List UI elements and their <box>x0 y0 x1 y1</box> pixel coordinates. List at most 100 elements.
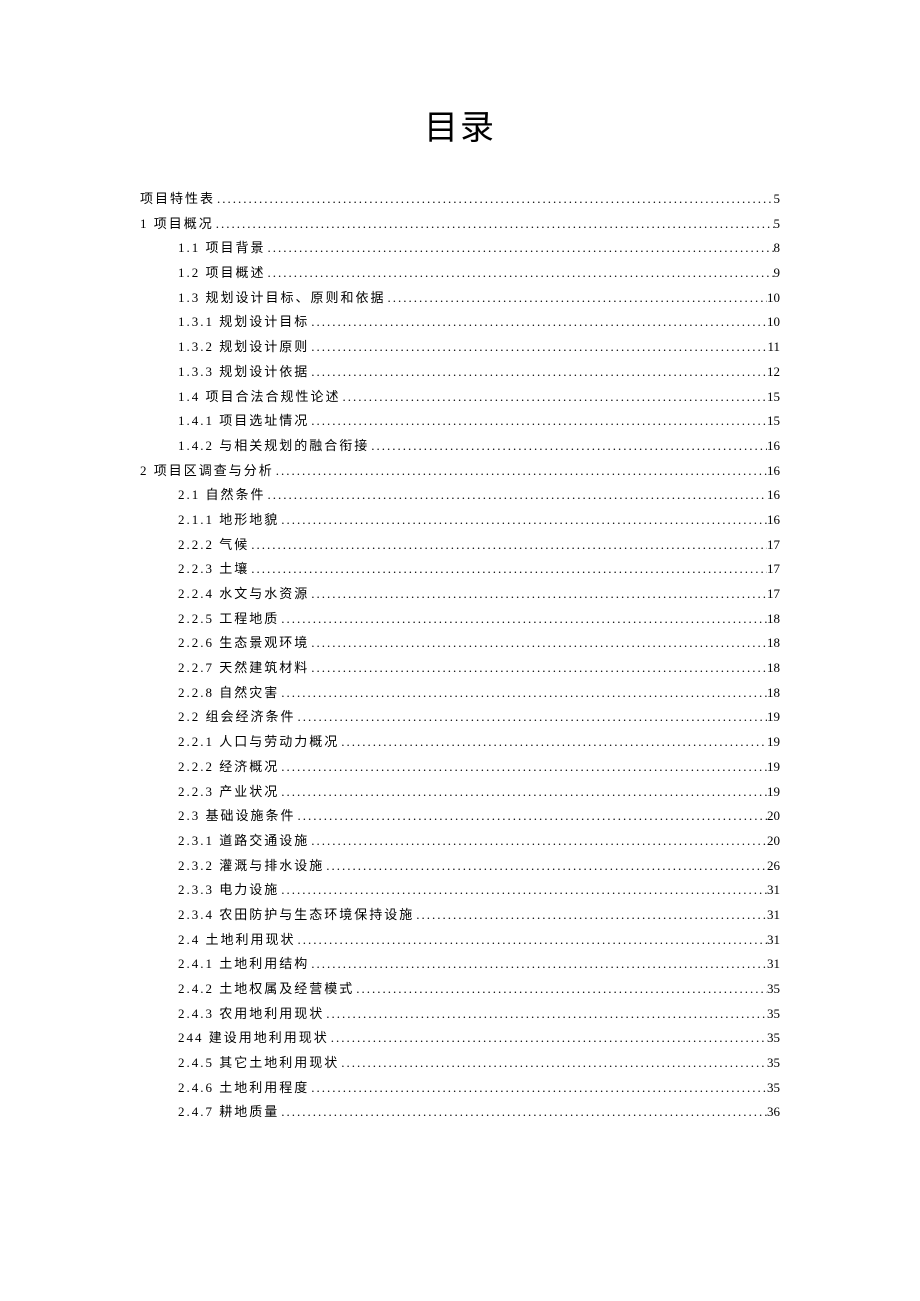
toc-entry: 2.4.3 农用地利用现状35 <box>140 1002 780 1027</box>
toc-entry-page: 16 <box>767 508 780 533</box>
toc-entry-page: 18 <box>767 656 780 681</box>
toc-entry-label: 244 建设用地利用现状 <box>178 1026 329 1051</box>
toc-leader-dots <box>215 187 773 212</box>
toc-entry-page: 35 <box>767 1026 780 1051</box>
toc-entry-label: 2.4.2 土地权属及经营模式 <box>178 977 354 1002</box>
toc-entry: 1.3.1 规划设计目标10 <box>140 310 780 335</box>
toc-entry-label: 1.3 规划设计目标、原则和依据 <box>178 286 386 311</box>
toc-entry: 1.3.3 规划设计依据 12 <box>140 360 780 385</box>
toc-entry: 2.2 组会经济条件19 <box>140 705 780 730</box>
toc-entry-label: 项目特性表 <box>140 187 215 212</box>
toc-entry-page: 31 <box>767 928 780 953</box>
toc-leader-dots <box>309 360 767 385</box>
toc-entry-label: 1.3.3 规划设计依据 <box>178 360 309 385</box>
toc-entry: 1 项目概况 5 <box>140 212 780 237</box>
toc-entry-page: 15 <box>767 409 780 434</box>
toc-leader-dots <box>339 1051 767 1076</box>
toc-entry-page: 9 <box>774 261 781 286</box>
toc-entry: 1.3 规划设计目标、原则和依据 10 <box>140 286 780 311</box>
toc-leader-dots <box>266 236 774 261</box>
toc-entry-page: 12 <box>767 360 780 385</box>
toc-entry-page: 35 <box>767 977 780 1002</box>
toc-leader-dots <box>309 310 767 335</box>
toc-entry: 2.3 基础设施条件20 <box>140 804 780 829</box>
toc-entry-label: 2.2.4 水文与水资源 <box>178 582 309 607</box>
toc-entry: 244 建设用地利用现状 35 <box>140 1026 780 1051</box>
toc-entry-page: 16 <box>767 434 780 459</box>
toc-entry-page: 18 <box>767 631 780 656</box>
toc-leader-dots <box>279 681 767 706</box>
toc-entry: 2.2.5 工程地质18 <box>140 607 780 632</box>
toc-entry-page: 36 <box>767 1100 780 1125</box>
toc-leader-dots <box>339 730 767 755</box>
toc-entry-page: 26 <box>767 854 780 879</box>
toc-entry: 1.4.2 与相关规划的融合衔接16 <box>140 434 780 459</box>
toc-entry: 2.1.1 地形地貌16 <box>140 508 780 533</box>
toc-entry: 项目特性表 5 <box>140 187 780 212</box>
toc-leader-dots <box>324 1002 767 1027</box>
toc-entry-page: 17 <box>767 533 780 558</box>
toc-leader-dots <box>266 483 767 508</box>
toc-entry-label: 2.2.3 产业状况 <box>178 780 279 805</box>
toc-entry: 2.2.3 土壤17 <box>140 557 780 582</box>
toc-leader-dots <box>414 903 767 928</box>
toc-leader-dots <box>266 261 774 286</box>
toc-entry-label: 2.2.7 天然建筑材料 <box>178 656 309 681</box>
toc-entry-label: 2.4.3 农用地利用现状 <box>178 1002 324 1027</box>
toc-entry-page: 17 <box>767 582 780 607</box>
toc-leader-dots <box>369 434 767 459</box>
toc-entry: 2.2.8 自然灾害18 <box>140 681 780 706</box>
toc-entry-page: 10 <box>767 286 780 311</box>
toc-leader-dots <box>279 508 767 533</box>
toc-leader-dots <box>309 1076 767 1101</box>
toc-entry-page: 19 <box>767 780 780 805</box>
toc-entry: 2.4 土地利用现状31 <box>140 928 780 953</box>
toc-leader-dots <box>279 607 767 632</box>
toc-title: 目录 <box>140 100 780 149</box>
toc-entry-label: 1 项目概况 <box>140 212 214 237</box>
toc-entry: 2.3.1 道路交通设施20 <box>140 829 780 854</box>
toc-entry-page: 31 <box>767 878 780 903</box>
toc-leader-dots <box>354 977 767 1002</box>
toc-entry-label: 2.4.5 其它土地利用现状 <box>178 1051 339 1076</box>
toc-entry-label: 2.2.2 经济概况 <box>178 755 279 780</box>
toc-entry: 2 项目区调查与分析16 <box>140 459 780 484</box>
toc-entry-label: 2.2 组会经济条件 <box>178 705 296 730</box>
toc-entry-page: 5 <box>774 187 781 212</box>
toc-entry-label: 2.2.3 土壤 <box>178 557 249 582</box>
toc-entry: 2.4.7 耕地质量36 <box>140 1100 780 1125</box>
toc-leader-dots <box>296 705 767 730</box>
toc-entry-label: 2 项目区调查与分析 <box>140 459 274 484</box>
toc-entry-page: 35 <box>767 1076 780 1101</box>
toc-entry: 1.4.1 项目选址情况15 <box>140 409 780 434</box>
toc-entry: 2.3.2 灌溉与排水设施 26 <box>140 854 780 879</box>
toc-entry-label: 2.3.4 农田防护与生态环境保持设施 <box>178 903 414 928</box>
toc-entry: 2.4.5 其它土地利用现状35 <box>140 1051 780 1076</box>
toc-entry-page: 16 <box>767 483 780 508</box>
toc-entry-label: 2.4.1 土地利用结构 <box>178 952 309 977</box>
toc-leader-dots <box>309 952 767 977</box>
toc-leader-dots <box>329 1026 767 1051</box>
toc-entry-page: 5 <box>774 212 781 237</box>
toc-entry-label: 2.2.8 自然灾害 <box>178 681 279 706</box>
toc-entry: 1.3.2 规划设计原则11 <box>140 335 780 360</box>
toc-entry-page: 31 <box>767 952 780 977</box>
toc-entry-label: 2.3.2 灌溉与排水设施 <box>178 854 324 879</box>
toc-entry-page: 18 <box>767 607 780 632</box>
toc-entry: 2.2.3 产业状况 19 <box>140 780 780 805</box>
toc-entry-label: 2.3.3 电力设施 <box>178 878 279 903</box>
toc-leader-dots <box>309 335 767 360</box>
toc-leader-dots <box>249 557 767 582</box>
toc-leader-dots <box>279 878 767 903</box>
toc-entry: 2.4.2 土地权属及经营模式 35 <box>140 977 780 1002</box>
toc-leader-dots <box>309 631 767 656</box>
toc-entry: 2.2.2 气候17 <box>140 533 780 558</box>
toc-entry-page: 11 <box>767 335 780 360</box>
toc-entry-page: 19 <box>767 755 780 780</box>
toc-entry: 2.2.6 生态景观环境18 <box>140 631 780 656</box>
toc-leader-dots <box>279 755 767 780</box>
toc-entry: 2.4.6 土地利用程度35 <box>140 1076 780 1101</box>
toc-entry-page: 20 <box>767 804 780 829</box>
toc-leader-dots <box>386 286 767 311</box>
toc-entry: 1.4 项目合法合规性论述15 <box>140 385 780 410</box>
